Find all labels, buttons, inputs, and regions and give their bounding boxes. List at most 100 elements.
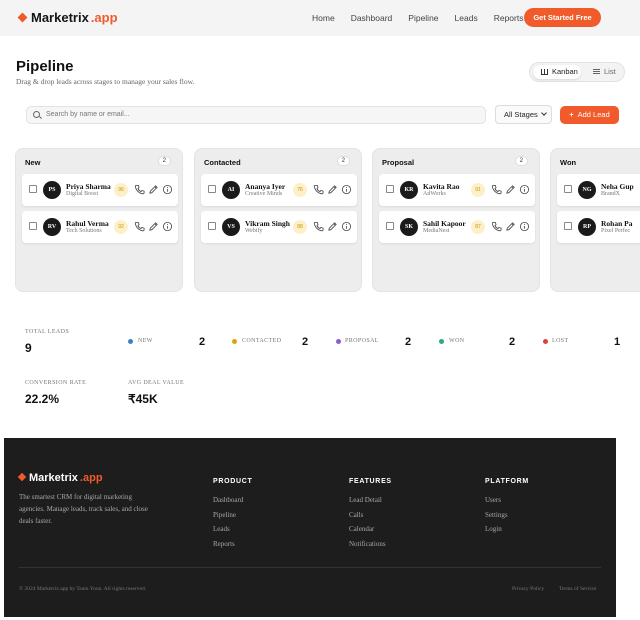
footer-link-calls[interactable]: Calls (349, 511, 363, 519)
lead-name: Neha Gup (601, 182, 634, 191)
search-input[interactable]: Search by name or email... (26, 106, 486, 124)
avatar: KR (400, 181, 418, 199)
footer-description: The smartest CRM for digital marketing a… (19, 493, 148, 525)
nav-link-pipeline[interactable]: Pipeline (408, 13, 438, 23)
edit-icon[interactable] (148, 221, 159, 232)
info-icon[interactable] (341, 221, 352, 232)
brand-logo[interactable]: Marketrix .app (17, 10, 118, 25)
edit-icon[interactable] (505, 184, 516, 195)
nav-link-dashboard[interactable]: Dashboard (351, 13, 393, 23)
add-lead-button[interactable]: + Add Lead (560, 106, 619, 124)
avatar: PS (43, 181, 61, 199)
pipeline-column-proposal: Proposal 2 KR Kavita Rao AdWorks 91 SK Sahil Ka… (372, 148, 540, 292)
page-subtitle: Drag & drop leads across stages to manag… (16, 77, 195, 86)
edit-icon[interactable] (327, 184, 338, 195)
info-icon[interactable] (519, 221, 530, 232)
footer-link-calendar[interactable]: Calendar (349, 525, 374, 533)
lead-card[interactable]: PS Priya Sharma Digital Boost 96 (22, 174, 178, 206)
phone-icon[interactable] (313, 184, 324, 195)
avatar: RP (578, 218, 596, 236)
lead-name: Sahil Kapoor (423, 219, 466, 228)
lead-select-checkbox[interactable] (208, 222, 216, 230)
lead-card[interactable]: SK Sahil Kapoor MediaNest 87 (379, 211, 535, 243)
footer-link-lead-detail[interactable]: Lead Detail (349, 496, 382, 504)
stage-dot-won (439, 339, 444, 344)
lead-company: BrandX (601, 191, 620, 197)
stage-label-contacted: CONTACTED (242, 338, 282, 344)
lead-card[interactable]: RP Rohan Pa Pixel Perfec (557, 211, 640, 243)
lead-card[interactable]: VS Vikram Singh Webify 88 (201, 211, 357, 243)
footer-link-settings[interactable]: Settings (485, 511, 508, 519)
lead-name: Ananya Iyer (245, 182, 286, 191)
phone-icon[interactable] (313, 221, 324, 232)
nav-link-home[interactable]: Home (312, 13, 335, 23)
footer-link-users[interactable]: Users (485, 496, 501, 504)
info-icon[interactable] (162, 221, 173, 232)
nav-link-reports[interactable]: Reports (494, 13, 524, 23)
footer-link-login[interactable]: Login (485, 525, 502, 533)
kanban-icon (541, 69, 548, 75)
pipeline-column-won: Won NG Neha Gup BrandX RP Rohan Pa Pixel Perfe… (550, 148, 640, 292)
pipeline-column-new: New 2 PS Priya Sharma Digital Boost 96 RV Rahul… (15, 148, 183, 292)
conversion-rate-value: 22.2% (25, 392, 60, 406)
lead-select-checkbox[interactable] (208, 185, 216, 193)
phone-icon[interactable] (491, 221, 502, 232)
lead-select-checkbox[interactable] (564, 185, 572, 193)
phone-icon[interactable] (491, 184, 502, 195)
lead-select-checkbox[interactable] (386, 185, 394, 193)
avatar: RV (43, 218, 61, 236)
phone-icon[interactable] (134, 221, 145, 232)
footer: Marketrix .app The smartest CRM for digit… (4, 438, 616, 617)
column-count-badge: 2 (157, 156, 171, 166)
stage-filter-select[interactable]: All Stages (495, 105, 552, 124)
kanban-view-button[interactable]: Kanban (533, 65, 581, 79)
column-title: Contacted (204, 158, 241, 167)
avg-deal-label: AVG DEAL VALUE (128, 380, 185, 386)
page-title: Pipeline (16, 58, 74, 75)
stage-label-new: NEW (138, 338, 153, 344)
stage-label-lost: LOST (552, 338, 569, 344)
footer-link-reports[interactable]: Reports (213, 540, 235, 548)
footer-link-dashboard[interactable]: Dashboard (213, 496, 243, 504)
stage-value-contacted: 2 (302, 336, 309, 348)
lead-card[interactable]: KR Kavita Rao AdWorks 91 (379, 174, 535, 206)
get-started-button[interactable]: Get Started Free (524, 8, 601, 27)
edit-icon[interactable] (327, 221, 338, 232)
kanban-label: Kanban (552, 67, 578, 76)
lead-company: Creative Minds (245, 191, 283, 197)
lead-card[interactable]: RV Rahul Verma Tech Solutions 92 (22, 211, 178, 243)
info-icon[interactable] (162, 184, 173, 195)
edit-icon[interactable] (505, 221, 516, 232)
privacy-policy-link[interactable]: Privacy Policy (512, 586, 544, 592)
footer-link-pipeline[interactable]: Pipeline (213, 511, 236, 519)
lead-score-badge: 96 (114, 183, 128, 197)
list-view-button[interactable]: List (590, 65, 622, 79)
lead-name: Priya Sharma (66, 182, 111, 191)
stage-dot-new (128, 339, 133, 344)
stage-value-proposal: 2 (405, 336, 412, 348)
footer-link-leads[interactable]: Leads (213, 525, 230, 533)
footer-brand-logo[interactable]: Marketrix .app (17, 472, 103, 484)
lead-select-checkbox[interactable] (386, 222, 394, 230)
lead-select-checkbox[interactable] (564, 222, 572, 230)
lead-card[interactable]: AI Ananya Iyer Creative Minds 76 (201, 174, 357, 206)
column-count-badge: 2 (514, 156, 528, 166)
stage-value-lost: 1 (614, 336, 621, 348)
lead-company: MediaNest (423, 228, 450, 234)
lead-card[interactable]: NG Neha Gup BrandX (557, 174, 640, 206)
nav-link-leads[interactable]: Leads (455, 13, 478, 23)
lead-select-checkbox[interactable] (29, 222, 37, 230)
info-icon[interactable] (519, 184, 530, 195)
avatar: VS (222, 218, 240, 236)
footer-features-title: FEATURES (349, 478, 392, 485)
footer-link-notifications[interactable]: Notifications (349, 540, 386, 548)
terms-link[interactable]: Terms of Service (559, 586, 597, 592)
footer-brand-suffix: .app (79, 472, 103, 484)
phone-icon[interactable] (134, 184, 145, 195)
info-icon[interactable] (341, 184, 352, 195)
edit-icon[interactable] (148, 184, 159, 195)
avatar: NG (578, 181, 596, 199)
avatar: SK (400, 218, 418, 236)
lead-select-checkbox[interactable] (29, 185, 37, 193)
footer-product-title: PRODUCT (213, 478, 253, 485)
